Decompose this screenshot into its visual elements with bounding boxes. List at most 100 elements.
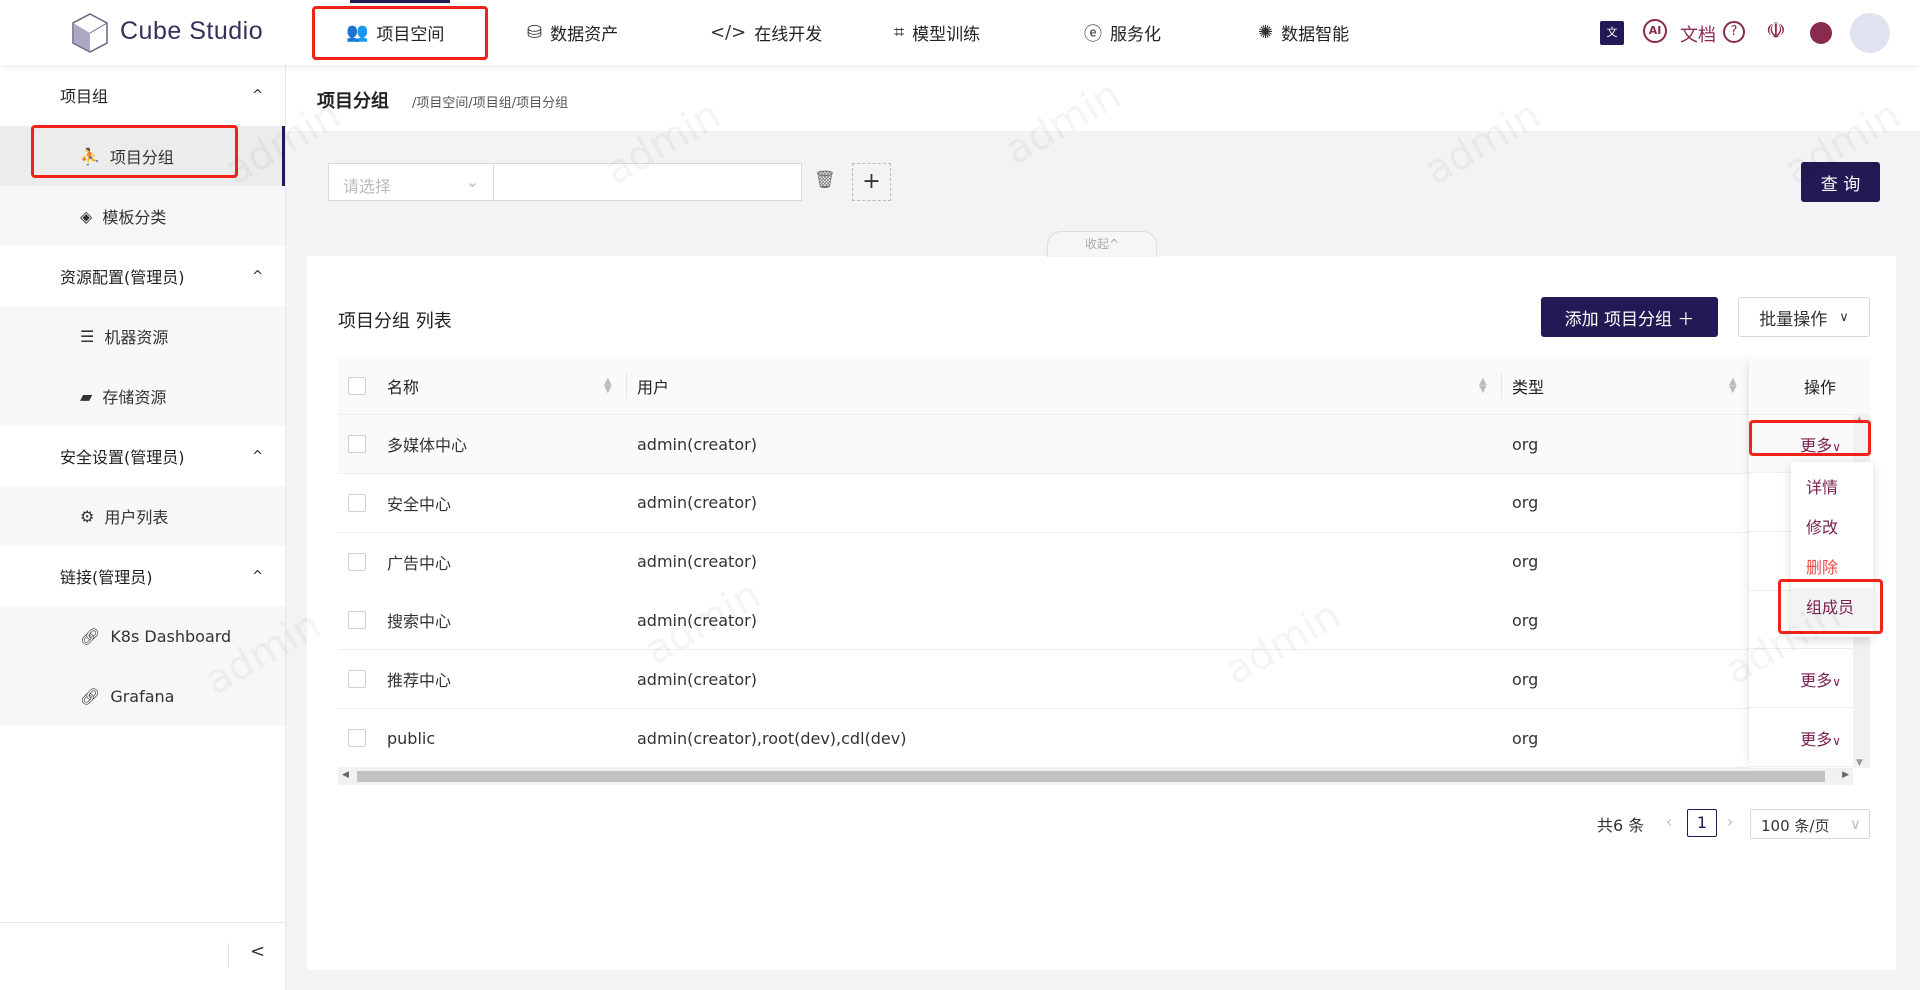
nav-data-intelligence[interactable]: ✺ 数据智能 [1258,0,1349,65]
table-row[interactable]: 搜索中心 admin(creator) org [338,591,1750,651]
cell-user: admin(creator) [637,493,757,513]
github-icon[interactable] [1810,22,1832,44]
sidebar-item-grafana[interactable]: 🔗︎ Grafana [0,666,285,726]
row-checkbox[interactable] [348,670,366,689]
add-project-group-button[interactable]: 添加 项目分组 ＋ [1541,297,1718,337]
sidebar-group-security[interactable]: 安全设置(管理员) ^ [0,426,285,486]
nav-model-training[interactable]: ⌗ 模型训练 [894,0,980,65]
sidebar-item-storage[interactable]: ▰ 存储资源 [0,366,285,426]
chevron-down-icon: ∨ [1832,733,1841,748]
sidebar-item-project-group[interactable]: ⛹ 项目分组 [0,126,285,186]
ai-brain-icon: ✺ [1258,22,1274,43]
sidebar-item-k8s[interactable]: 🔗︎ K8s Dashboard [0,606,285,666]
row-checkbox[interactable] [348,552,366,571]
translate-icon[interactable]: 文 [1600,21,1624,45]
row-checkbox[interactable] [348,611,366,630]
page-title: 项目分组 [317,91,389,112]
column-user[interactable]: 用户 [637,357,669,415]
nav-project-space[interactable]: 👥 项目空间 [346,0,444,65]
ai-icon[interactable]: AI [1643,19,1667,43]
page-size-select[interactable]: 100 条/页 ∨ [1750,809,1870,839]
sort-icon[interactable]: ▲ ▼ [604,357,612,415]
group-label: 项目组 [60,87,109,106]
collapse-sidebar-button[interactable]: < [250,941,265,962]
nav-label: 服务化 [1110,25,1161,45]
table-row[interactable]: 推荐中心 admin(creator) org [338,650,1750,710]
column-name[interactable]: 名称 [387,357,419,415]
table-row[interactable]: 安全中心 admin(creator) org [338,473,1750,533]
nav-service[interactable]: ⓔ 服务化 [1084,0,1161,65]
column-label: 类型 [1512,378,1545,397]
total-count: 共6 条 [1597,816,1645,835]
group-label: 资源配置(管理员) [60,268,185,287]
horizontal-scrollbar[interactable]: ◀ ▶ [338,768,1853,785]
more-label: 更多 [1800,435,1833,455]
more-actions-button[interactable]: 更多∨ [1800,667,1841,691]
page-1-button[interactable]: 1 [1687,809,1717,837]
sort-icon[interactable]: ▲ ▼ [1479,357,1487,415]
top-header: Cube Studio 👥 项目空间 ⛁ 数据资产 </> 在线开发 ⌗ 模型训练 ⓔ 服… [0,0,1920,65]
menu-item-edit[interactable]: 修改 [1791,508,1873,548]
row-checkbox[interactable] [348,435,366,453]
add-filter-button[interactable]: + [852,163,891,201]
more-actions-dropdown: 详情 修改 删除 组成员 [1791,462,1873,637]
sort-icon[interactable]: ▲ ▼ [1729,357,1737,415]
cell-user: admin(creator) [637,610,757,630]
next-page-button[interactable]: › [1727,812,1733,831]
more-actions-button[interactable]: 更多∨ [1800,432,1841,456]
nav-data-assets[interactable]: ⛁ 数据资产 [527,0,618,65]
divider [1501,373,1502,399]
bug-icon[interactable]: ☫ [1766,19,1786,44]
menu-item-members[interactable]: 组成员 [1791,588,1873,628]
batch-actions-button[interactable]: 批量操作 ∨ [1738,297,1870,337]
sidebar-group-resource[interactable]: 资源配置(管理员) ^ [0,246,285,306]
users-icon: 👥 [346,22,369,43]
table-row[interactable]: 多媒体中心 admin(creator) org [338,415,1750,474]
actions-cell: 更多∨ [1749,709,1853,767]
cell-name: 广告中心 [387,553,452,573]
item-label: 机器资源 [104,328,169,347]
sidebar-item-machine[interactable]: ☰ 机器资源 [0,306,285,366]
table-row[interactable]: 广告中心 admin(creator) org [338,532,1750,592]
prev-page-button[interactable]: ‹ [1666,812,1672,831]
scrollbar-thumb[interactable] [357,771,1825,782]
sidebar-item-users[interactable]: ⚙ 用户列表 [0,486,285,546]
column-type[interactable]: 类型 [1512,357,1544,415]
filter-value-input[interactable] [493,163,802,201]
filter-column-select[interactable]: 请选择 ⌄ [328,163,494,201]
avatar[interactable] [1850,13,1890,53]
trash-icon[interactable]: 🗑︎ [814,170,836,190]
menu-item-details[interactable]: 详情 [1791,468,1873,508]
cell-type: org [1512,434,1539,454]
breadcrumb[interactable]: /项目空间/项目组/项目分组 [412,92,568,111]
nav-label: 项目空间 [376,25,445,45]
menu-item-delete[interactable]: 删除 [1791,548,1873,588]
query-button[interactable]: 查 询 [1801,162,1880,202]
select-all-checkbox[interactable] [348,377,366,395]
sidebar-item-template-category[interactable]: ◈ 模板分类 [0,186,285,246]
row-checkbox[interactable] [348,729,366,747]
cell-user: admin(creator),root(dev),cdl(dev) [637,728,907,748]
cell-type: org [1512,669,1539,689]
layers-icon: ◈ [80,206,93,226]
more-actions-button[interactable]: 更多∨ [1800,726,1841,750]
sidebar-group-links[interactable]: 链接(管理员) ^ [0,546,285,606]
database-icon: ⛁ [527,22,543,43]
help-icon[interactable]: ? [1723,21,1745,43]
docs-link[interactable]: 文档 [1680,21,1716,47]
cell-user: admin(creator) [637,669,757,689]
chevron-up-icon: ^ [252,568,263,584]
sidebar-group-project[interactable]: 项目组 ^ [0,65,285,125]
item-label: 用户列表 [104,508,169,527]
app-name[interactable]: Cube Studio [120,17,263,46]
nav-label: 在线开发 [754,25,823,45]
select-placeholder: 请选择 [343,177,392,196]
nav-online-dev[interactable]: </> 在线开发 [710,0,822,65]
divider [0,922,285,923]
service-icon: ⓔ [1084,23,1102,45]
collapse-filter-button[interactable]: 收起^ [1047,231,1157,257]
row-checkbox[interactable] [348,493,366,512]
table-row[interactable]: public admin(creator),root(dev),cdl(dev)… [338,709,1750,768]
cell-name: 推荐中心 [387,671,452,691]
column-label: 名称 [387,378,420,397]
